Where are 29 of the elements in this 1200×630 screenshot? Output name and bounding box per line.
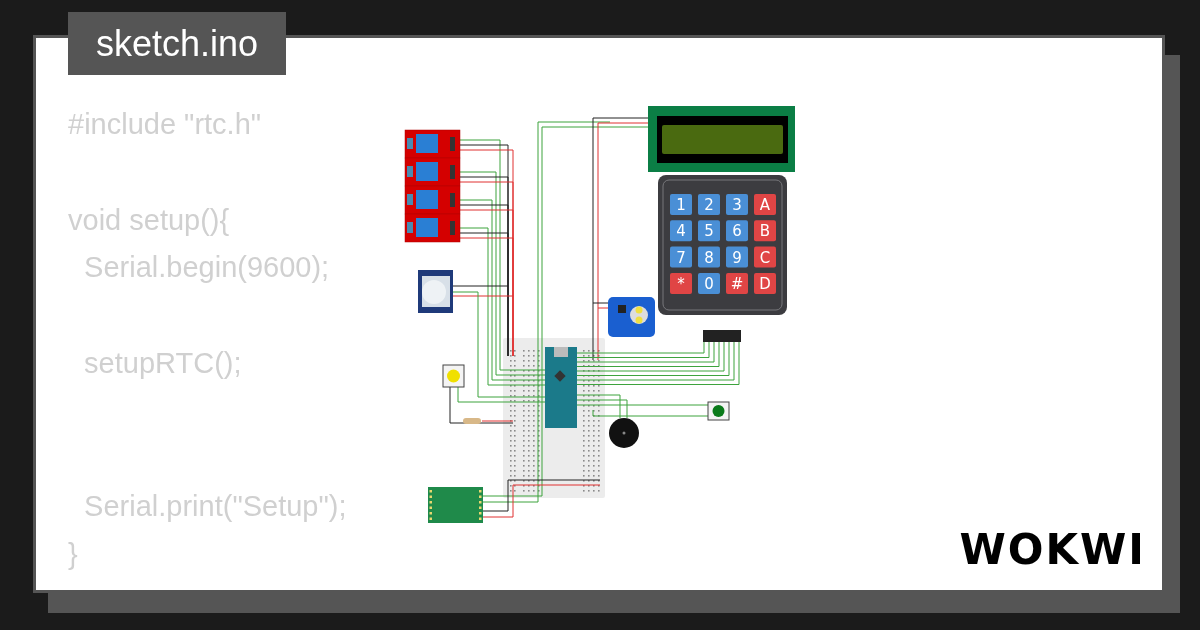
keypad-key[interactable]: C [754,246,776,268]
pin-header [703,330,741,342]
keypad-key[interactable]: 0 [698,272,720,294]
relay-module [404,129,461,159]
keypad-key[interactable]: D [754,272,776,294]
rtc-breakout-board [428,487,483,523]
relay-module [404,157,461,187]
buzzer [609,418,639,448]
keypad-key[interactable]: 8 [698,246,720,268]
relay-module [404,213,461,243]
keypad-key[interactable]: 4 [670,220,692,242]
keypad-key[interactable]: 6 [726,220,748,242]
keypad-key[interactable]: # [726,272,748,294]
logo: WOKWI [959,526,1146,574]
keypad-key[interactable]: 3 [726,194,748,215]
keypad-key[interactable]: 1 [670,194,692,215]
code-line: } [68,537,79,573]
resistor [463,418,481,424]
keypad-key[interactable]: 5 [698,220,720,242]
rtc-module [608,297,655,337]
keypad-key[interactable]: 9 [726,246,748,268]
keypad-key[interactable]: A [754,194,776,215]
motion-sensor [418,270,453,313]
keypad-key[interactable]: * [670,272,692,294]
keypad-key[interactable]: 7 [670,246,692,268]
relay-module [404,185,461,215]
file-title: sketch.ino [68,12,286,75]
keypad-key[interactable]: 2 [698,194,720,215]
keypad-key[interactable]: B [754,220,776,242]
